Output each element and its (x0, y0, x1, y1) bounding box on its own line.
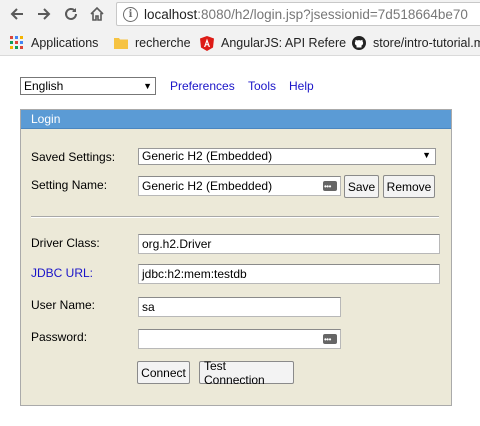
save-button[interactable]: Save (344, 175, 379, 198)
url-host: localhost (144, 6, 198, 22)
login-panel-header: Login (21, 110, 451, 129)
password-input[interactable] (138, 329, 341, 349)
bookmark-recherche[interactable]: recherche (114, 34, 191, 52)
jdbc-url-input[interactable]: jdbc:h2:mem:testdb (138, 264, 440, 284)
password-manager-icon[interactable] (323, 331, 337, 348)
setting-name-value: Generic H2 (Embedded) (142, 179, 273, 193)
back-arrow-icon (10, 8, 23, 20)
setting-name-input[interactable]: Generic H2 (Embedded) (138, 176, 341, 196)
user-name-input[interactable]: sa (138, 297, 341, 317)
saved-settings-value: Generic H2 (Embedded) (142, 149, 273, 163)
saved-settings-select[interactable]: Generic H2 (Embedded) ▼ (138, 148, 436, 165)
bookmark-label: store/intro-tutorial.m (373, 36, 480, 50)
forward-arrow-icon (38, 8, 51, 20)
bookmarks-bar: Applications recherche AngularJS: API Re… (0, 30, 480, 56)
preferences-link[interactable]: Preferences (170, 79, 235, 93)
driver-class-input[interactable]: org.h2.Driver (138, 234, 440, 254)
help-link[interactable]: Help (289, 79, 314, 93)
apps-grid-icon (10, 36, 23, 49)
url-path: :8080/h2/login.jsp?jsessionid=7d518664be… (197, 6, 468, 22)
bookmark-label: Applications (31, 36, 99, 50)
back-button[interactable] (6, 3, 28, 25)
driver-class-label: Driver Class: (31, 236, 100, 250)
section-divider (31, 216, 439, 218)
angular-logo-icon (200, 35, 214, 51)
test-connection-button[interactable]: Test Connection (199, 359, 294, 387)
saved-settings-label: Saved Settings: (31, 150, 116, 164)
jdbc-url-label[interactable]: JDBC URL: (31, 266, 93, 280)
password-manager-icon[interactable] (323, 178, 337, 195)
home-icon (90, 6, 104, 21)
bookmark-angularjs[interactable]: AngularJS: API Refere (200, 34, 346, 52)
bookmark-applications[interactable]: Applications (10, 34, 98, 52)
bookmark-label: recherche (135, 36, 191, 50)
setting-name-label: Setting Name: (31, 178, 108, 192)
folder-icon (114, 38, 128, 49)
home-button[interactable] (86, 3, 108, 25)
password-label: Password: (31, 330, 88, 344)
connect-button[interactable]: Connect (137, 361, 190, 384)
address-bar[interactable]: i localhost:8080/h2/login.jsp?jsessionid… (116, 2, 480, 26)
remove-button[interactable]: Remove (383, 175, 435, 198)
language-select[interactable]: English ▼ (20, 77, 156, 95)
bookmark-store-tutorial[interactable]: store/intro-tutorial.m (352, 34, 480, 52)
reload-icon (65, 7, 77, 20)
tools-link[interactable]: Tools (248, 79, 276, 93)
site-info-icon[interactable]: i (123, 6, 138, 22)
github-icon (352, 36, 366, 50)
login-panel: Login Saved Settings: Generic H2 (Embedd… (20, 109, 452, 406)
bookmark-label: AngularJS: API Refere (221, 36, 347, 50)
language-select-value: English (24, 79, 64, 93)
user-name-label: User Name: (31, 298, 96, 312)
reload-button[interactable] (60, 3, 82, 25)
dropdown-arrow-icon: ▼ (422, 150, 431, 160)
dropdown-arrow-icon: ▼ (143, 81, 152, 91)
browser-toolbar: i localhost:8080/h2/login.jsp?jsessionid… (0, 0, 480, 30)
forward-button[interactable] (33, 3, 55, 25)
